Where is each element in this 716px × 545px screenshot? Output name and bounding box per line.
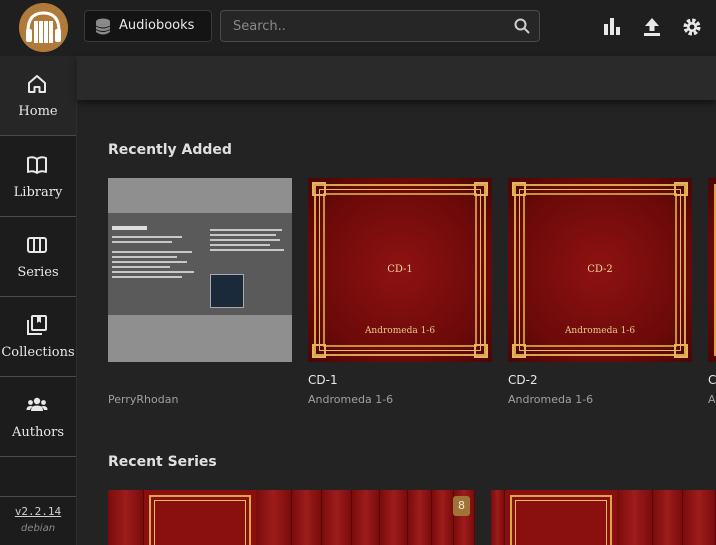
sidebar-item-label: Library bbox=[13, 185, 63, 200]
cover-image bbox=[108, 178, 292, 362]
cover-text-block bbox=[210, 226, 286, 251]
book-cover[interactable]: CD-2 Andromeda 1-6 bbox=[508, 178, 692, 362]
library-selector[interactable]: Audiobooks bbox=[84, 10, 212, 42]
cover-subtitle: Andromeda 1-6 bbox=[364, 326, 436, 336]
sidebar-item-home[interactable]: Home bbox=[0, 56, 76, 136]
sidebar-item-label: Collections bbox=[1, 345, 75, 360]
section-title-recent-series: Recent Series bbox=[108, 454, 217, 470]
series-cover bbox=[144, 490, 256, 545]
library-name: Audiobooks bbox=[119, 18, 195, 33]
book-title[interactable]: CD-1 bbox=[308, 373, 338, 387]
book-cover[interactable]: CD-1 Andromeda 1-6 bbox=[308, 178, 492, 362]
sidebar: Home Library Series Collections Authors … bbox=[0, 56, 77, 545]
series-card[interactable] bbox=[491, 490, 716, 545]
book-title[interactable]: C bbox=[708, 373, 716, 387]
people-icon bbox=[26, 397, 48, 411]
book-series: Andromeda 1-6 bbox=[508, 393, 594, 406]
home-icon bbox=[28, 75, 46, 93]
sidebar-item-series[interactable]: Series bbox=[0, 217, 76, 297]
book-title[interactable]: CD-2 bbox=[508, 373, 538, 387]
collections-icon bbox=[27, 315, 47, 335]
series-count-badge: 8 bbox=[453, 496, 470, 516]
app-logo[interactable] bbox=[19, 3, 68, 52]
book-cover[interactable] bbox=[108, 178, 292, 362]
database-icon bbox=[95, 18, 111, 35]
top-bar: Audiobooks bbox=[0, 0, 716, 56]
cover-image bbox=[708, 178, 716, 362]
search-box[interactable] bbox=[220, 10, 540, 42]
series-card[interactable] bbox=[108, 490, 475, 545]
cover-title: CD-2 bbox=[587, 264, 613, 275]
cover-image: CD-1 Andromeda 1-6 bbox=[308, 178, 492, 362]
book-icon bbox=[27, 156, 47, 174]
os-label: debian bbox=[20, 523, 56, 534]
cover-thumbnail bbox=[210, 274, 244, 308]
columns-icon bbox=[27, 237, 47, 253]
book-series: Andromeda 1-6 bbox=[308, 393, 394, 406]
version-info: v2.2.14 debian bbox=[0, 496, 76, 545]
cover-subtitle: Andromeda 1-6 bbox=[564, 326, 636, 336]
sidebar-item-library[interactable]: Library bbox=[0, 137, 76, 217]
cover-text-block bbox=[112, 223, 208, 278]
sidebar-item-label: Authors bbox=[11, 425, 65, 440]
cover-image: CD-2 Andromeda 1-6 bbox=[508, 178, 692, 362]
series-cover bbox=[505, 490, 617, 545]
book-series: A bbox=[708, 393, 716, 406]
cover-title: CD-1 bbox=[387, 264, 413, 275]
sidebar-item-collections[interactable]: Collections bbox=[0, 297, 76, 377]
search-input[interactable] bbox=[221, 11, 506, 41]
book-author: PerryRhodan bbox=[108, 393, 179, 406]
book-cover[interactable] bbox=[708, 178, 716, 362]
sidebar-item-label: Home bbox=[18, 104, 58, 119]
sidebar-item-label: Series bbox=[17, 265, 59, 280]
upload-icon[interactable] bbox=[641, 16, 663, 38]
sidebar-item-authors[interactable]: Authors bbox=[0, 377, 76, 457]
section-title-recently-added: Recently Added bbox=[108, 142, 232, 158]
stats-icon[interactable] bbox=[601, 16, 623, 38]
headphones-books-icon bbox=[19, 3, 68, 52]
toolbar-strip bbox=[77, 56, 716, 100]
search-icon[interactable] bbox=[514, 18, 530, 34]
settings-gear-icon[interactable] bbox=[681, 16, 703, 38]
version-link[interactable]: v2.2.14 bbox=[0, 505, 76, 518]
